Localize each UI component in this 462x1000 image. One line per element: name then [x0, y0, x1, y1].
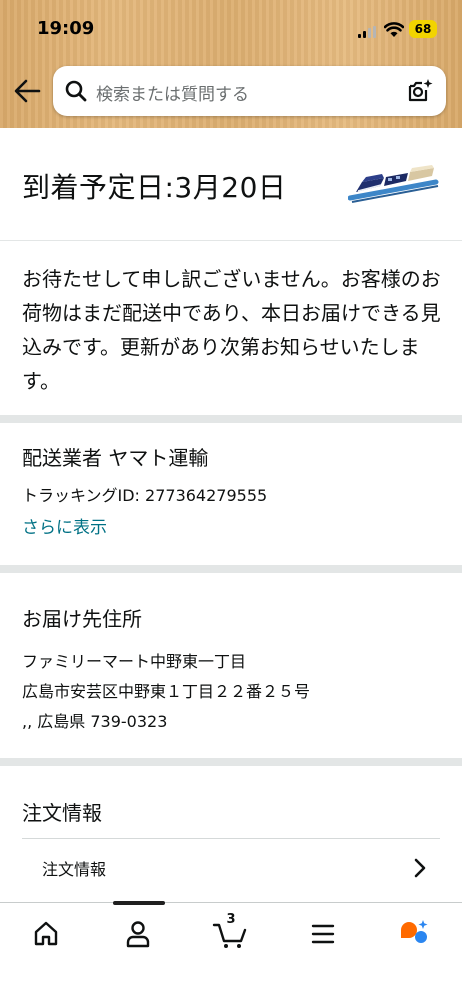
- tab-account[interactable]: [118, 917, 158, 951]
- show-more-link[interactable]: さらに表示: [22, 513, 107, 538]
- account-icon: [126, 921, 150, 948]
- tab-home[interactable]: [26, 917, 66, 951]
- order-info-heading: 注文情報: [22, 801, 102, 825]
- chevron-right-icon: [414, 858, 426, 878]
- wifi-icon: [384, 22, 404, 37]
- delivery-date: 到着予定日:3月20日: [22, 171, 287, 204]
- tab-menu[interactable]: [303, 917, 343, 951]
- active-tab-indicator: [113, 901, 165, 905]
- home-icon: [34, 921, 58, 946]
- status-time: 19:09: [37, 18, 95, 39]
- delivery-eta-section: 到着予定日:3月20日: [0, 128, 462, 241]
- address-line: ,, 広島県 739-0323: [22, 712, 168, 731]
- carrier-heading: 配送業者 ヤマト運輸: [22, 446, 209, 470]
- bottom-tab-bar: 3: [0, 901, 462, 1000]
- back-arrow-icon[interactable]: [13, 78, 41, 104]
- order-info-row-label: 注文情報: [42, 860, 107, 879]
- address-heading: お届け先住所: [22, 607, 142, 631]
- search-bar[interactable]: 検索または質問する: [53, 66, 446, 116]
- battery-indicator: 68: [409, 20, 437, 38]
- tracking-id: トラッキングID: 277364279555: [22, 486, 268, 505]
- cart-count-badge: 3: [226, 912, 236, 927]
- address-line: 広島市安芸区中野東１丁目２２番２５号: [22, 682, 311, 701]
- cellular-signal-icon: [358, 26, 376, 38]
- tab-assistant[interactable]: [395, 917, 435, 951]
- menu-icon: [311, 924, 335, 944]
- order-info-row[interactable]: 注文情報: [22, 840, 440, 898]
- status-bar: 19:09 68: [0, 16, 462, 44]
- search-icon: [65, 80, 87, 102]
- section-divider: [0, 758, 462, 766]
- row-divider: [22, 838, 440, 839]
- section-divider: [0, 565, 462, 573]
- search-input[interactable]: 検索または質問する: [96, 80, 249, 105]
- section-divider: [0, 415, 462, 423]
- camera-search-icon[interactable]: [406, 77, 434, 105]
- address-line: ファミリーマート中野東一丁目: [22, 652, 247, 671]
- product-thumbnail[interactable]: [348, 158, 440, 206]
- delivery-notice: お待たせして申し訳ございません。お客様のお荷物はまだ配送中であり、本日お届けでき…: [22, 267, 441, 393]
- tab-cart[interactable]: 3: [211, 912, 251, 951]
- rufus-icon: [401, 920, 428, 943]
